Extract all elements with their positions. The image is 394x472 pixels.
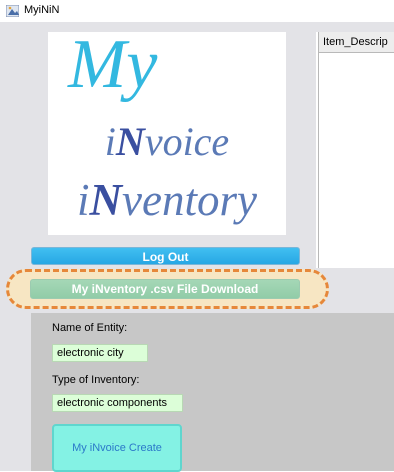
- entity-name-field[interactable]: electronic city: [52, 344, 148, 362]
- invoice-create-button-label: My iNvoice Create: [72, 442, 162, 454]
- logo-line-invoice: iNvoice: [48, 122, 286, 162]
- logo-inventory-prefix: i: [77, 175, 90, 225]
- csv-download-button-label: My iNventory .csv File Download: [71, 282, 259, 296]
- csv-download-button[interactable]: My iNventory .csv File Download: [30, 279, 300, 299]
- logo-invoice-rest: voice: [144, 119, 230, 164]
- logout-button-label: Log Out: [142, 250, 189, 264]
- inventory-type-label: Type of Inventory:: [52, 374, 140, 386]
- inventory-table[interactable]: Item_Descrip: [318, 32, 394, 268]
- invoice-create-button[interactable]: My iNvoice Create: [52, 424, 182, 472]
- window-title: MyiNiN: [24, 4, 60, 16]
- logo-line-my: My: [68, 26, 158, 103]
- logo-line-inventory: iNventory: [48, 178, 286, 223]
- logo-inventory-rest: ventory: [122, 175, 257, 225]
- column-header-item-description[interactable]: Item_Descrip: [323, 36, 388, 48]
- table-header[interactable]: Item_Descrip: [319, 32, 394, 53]
- logo-invoice-bold: N: [115, 119, 145, 164]
- logout-button[interactable]: Log Out: [31, 247, 300, 265]
- java-app-icon: [6, 5, 19, 17]
- inventory-type-field[interactable]: electronic components: [52, 394, 183, 412]
- logo-inventory-bold: N: [89, 175, 123, 225]
- window-titlebar: MyiNiN: [0, 0, 394, 22]
- app-logo: My iNvoice iNventory: [48, 26, 286, 235]
- entity-name-label: Name of Entity:: [52, 322, 128, 334]
- logo-invoice-prefix: i: [104, 119, 116, 164]
